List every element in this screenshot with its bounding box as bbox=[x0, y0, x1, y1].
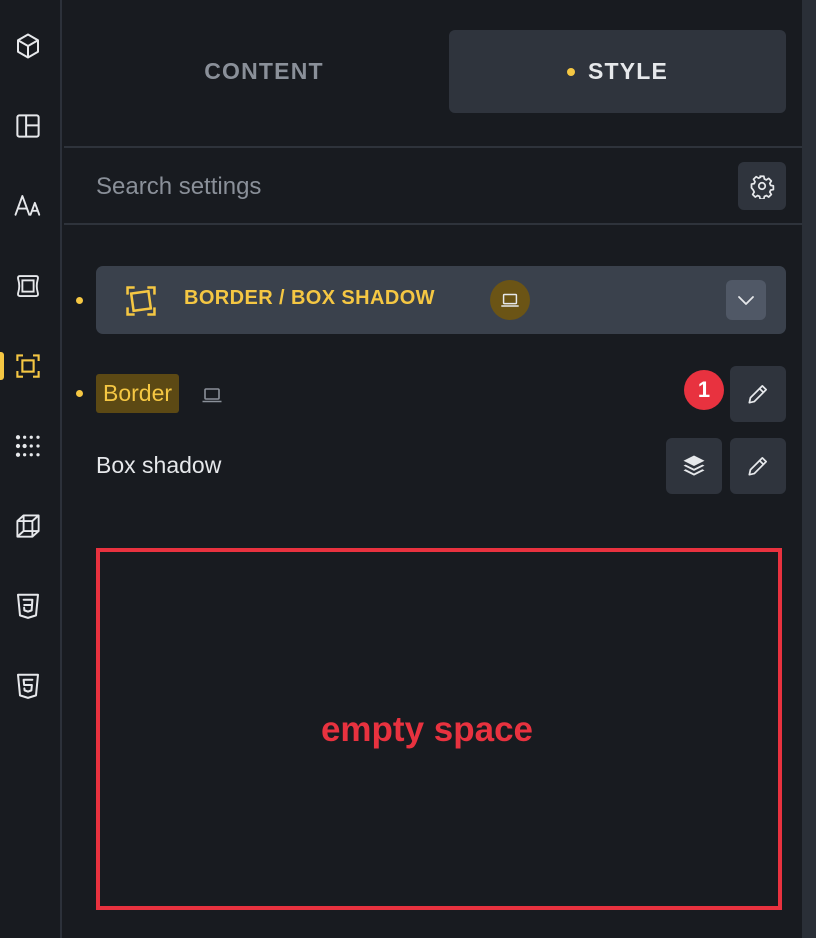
sidebar-item-grid[interactable] bbox=[0, 426, 56, 466]
border-frame-icon bbox=[126, 286, 156, 316]
scrollbar-track[interactable] bbox=[802, 0, 816, 938]
sidebar-rail bbox=[0, 0, 62, 938]
pencil-icon bbox=[748, 385, 767, 404]
sidebar-item-css[interactable] bbox=[0, 586, 56, 626]
typography-icon bbox=[14, 195, 41, 216]
gear-icon bbox=[750, 175, 775, 199]
tab-content[interactable]: CONTENT bbox=[80, 30, 448, 113]
cube-icon bbox=[17, 33, 39, 59]
active-dot bbox=[566, 67, 575, 76]
tab-style[interactable]: STYLE bbox=[449, 30, 786, 113]
search-settings-button[interactable] bbox=[738, 162, 786, 210]
sidebar-item-html[interactable] bbox=[0, 666, 56, 706]
tab-style-label: STYLE bbox=[587, 58, 669, 84]
tab-content-label: CONTENT bbox=[204, 58, 324, 84]
border-edit-button[interactable] bbox=[730, 366, 786, 422]
sidebar-item-cube[interactable] bbox=[0, 26, 56, 66]
active-indicator bbox=[0, 352, 4, 380]
notification-badge: 1 bbox=[684, 370, 724, 410]
laptop-icon bbox=[501, 293, 519, 307]
border-icon bbox=[16, 354, 40, 378]
style-panel: CONTENT STYLE BORDER / BOX SHADOW Border bbox=[0, 0, 816, 938]
chevron-down-icon bbox=[738, 296, 754, 305]
search-input[interactable] bbox=[96, 170, 696, 204]
divider bbox=[64, 146, 802, 148]
sidebar-item-transform[interactable] bbox=[0, 506, 56, 546]
box-shadow-layers-button[interactable] bbox=[666, 438, 722, 494]
layout-icon bbox=[16, 114, 40, 138]
group-title: BORDER / BOX SHADOW bbox=[184, 287, 435, 309]
annotation-label: empty space bbox=[320, 710, 534, 749]
laptop-icon[interactable] bbox=[200, 383, 224, 407]
border-label: Border bbox=[96, 374, 180, 413]
box-shadow-label: Box shadow bbox=[96, 452, 222, 478]
group-toggle-button[interactable] bbox=[726, 280, 766, 320]
grid-dots-icon bbox=[15, 435, 40, 457]
breakpoint-badge[interactable] bbox=[490, 280, 530, 320]
spacing-icon bbox=[17, 275, 39, 297]
layers-icon bbox=[683, 455, 705, 476]
modified-indicator bbox=[76, 390, 83, 397]
sidebar-item-border[interactable] bbox=[0, 346, 56, 386]
transform-icon bbox=[16, 514, 40, 538]
sidebar-item-spacing[interactable] bbox=[0, 266, 56, 306]
sidebar-item-layout[interactable] bbox=[0, 106, 56, 146]
css3-icon bbox=[17, 593, 39, 619]
sidebar-item-typography[interactable] bbox=[0, 186, 56, 226]
box-shadow-edit-button[interactable] bbox=[730, 438, 786, 494]
divider bbox=[64, 223, 802, 225]
pencil-icon bbox=[748, 457, 767, 476]
modified-indicator bbox=[76, 297, 83, 304]
html5-icon bbox=[17, 673, 39, 699]
